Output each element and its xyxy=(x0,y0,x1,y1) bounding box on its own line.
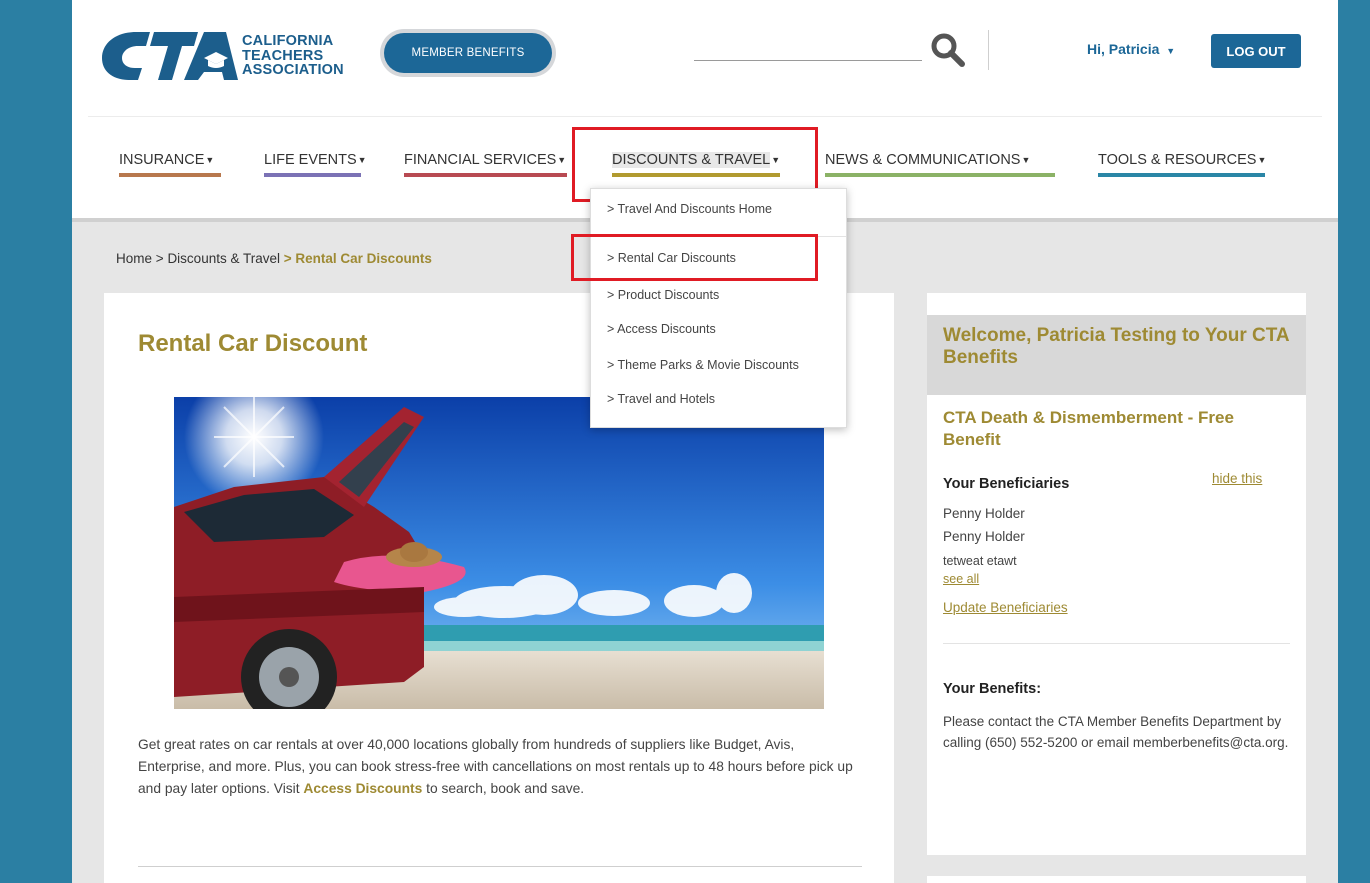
caret-down-icon: ▼ xyxy=(205,155,215,165)
nav-tools-resources-underline xyxy=(1098,173,1265,177)
dropdown-item-theme-parks-movie-discounts[interactable]: > Theme Parks & Movie Discounts xyxy=(607,358,799,372)
beneficiary-item: tetweat etawt xyxy=(943,554,1017,568)
nav-life-events-label: LIFE EVENTS xyxy=(264,152,357,168)
content-divider xyxy=(138,866,862,867)
logo-line-1: CALIFORNIA xyxy=(242,33,334,50)
sidebar-image-card xyxy=(927,876,1306,883)
breadcrumb-home[interactable]: Home xyxy=(116,251,152,266)
caret-down-icon: ▼ xyxy=(557,155,567,165)
nav-insurance-underline xyxy=(119,173,221,177)
benefits-label: Your Benefits: xyxy=(943,681,1042,697)
nav-life-events[interactable]: LIFE EVENTS▼ xyxy=(264,152,367,168)
nav-financial-services-label: FINANCIAL SERVICES xyxy=(404,152,557,168)
nav-news-communications[interactable]: NEWS & COMMUNICATIONS▼ xyxy=(825,152,1030,168)
cta-logo-mark xyxy=(102,32,238,80)
hide-this-link[interactable]: hide this xyxy=(1212,471,1262,486)
nav-news-communications-underline xyxy=(825,173,1055,177)
nav-financial-services-underline xyxy=(404,173,567,177)
caret-down-icon: ▼ xyxy=(1257,155,1267,165)
nav-tools-resources-label: TOOLS & RESOURCES xyxy=(1098,152,1257,168)
benefits-sidebar: Welcome, Patricia Testing to Your CTA Be… xyxy=(927,293,1306,855)
search-input[interactable] xyxy=(694,60,922,61)
logo-line-3: ASSOCIATION xyxy=(242,62,344,79)
breadcrumb-section[interactable]: Discounts & Travel xyxy=(167,251,280,266)
member-benefits-label: MEMBER BENEFITS xyxy=(384,33,552,73)
beneficiary-item: Penny Holder xyxy=(943,506,1025,521)
nav-life-events-underline xyxy=(264,173,361,177)
header-separator xyxy=(88,116,1322,117)
dropdown-item-access-discounts[interactable]: > Access Discounts xyxy=(607,322,716,336)
nav-financial-services[interactable]: FINANCIAL SERVICES▼ xyxy=(404,152,566,168)
highlight-box-rental-car-discounts xyxy=(571,234,818,281)
caret-down-icon: ▼ xyxy=(357,155,367,165)
member-benefits-button[interactable]: MEMBER BENEFITS xyxy=(380,29,556,77)
chevron-down-icon: ▼ xyxy=(1166,46,1176,56)
breadcrumb: Home > Discounts & Travel > Rental Car D… xyxy=(116,251,432,266)
nav-news-communications-label: NEWS & COMMUNICATIONS xyxy=(825,152,1021,168)
header-divider xyxy=(988,30,989,70)
breadcrumb-separator: > xyxy=(155,251,164,266)
benefits-contact-text: Please contact the CTA Member Benefits D… xyxy=(943,714,1289,750)
page-title: Rental Car Discount xyxy=(138,330,368,357)
dropdown-item-travel-and-hotels[interactable]: > Travel and Hotels xyxy=(607,392,715,406)
logout-button[interactable]: LOG OUT xyxy=(1211,34,1301,68)
update-beneficiaries-link[interactable]: Update Beneficiaries xyxy=(943,600,1068,615)
welcome-heading: Welcome, Patricia Testing to Your CTA Be… xyxy=(927,315,1306,395)
logo-line-2: TEACHERS xyxy=(242,47,324,64)
nav-tools-resources[interactable]: TOOLS & RESOURCES▼ xyxy=(1098,152,1266,168)
description-text-after: to search, book and save. xyxy=(422,781,585,796)
dropdown-item-product-discounts[interactable]: > Product Discounts xyxy=(607,288,719,302)
discounts-travel-dropdown-menu: > Travel And Discounts Home > Rental Car… xyxy=(590,188,847,428)
caret-down-icon: ▼ xyxy=(1021,155,1031,165)
breadcrumb-separator: > xyxy=(283,251,292,266)
breadcrumb-current: Rental Car Discounts xyxy=(295,251,432,266)
beneficiaries-label: Your Beneficiaries xyxy=(943,476,1070,492)
user-greeting-menu[interactable]: Hi, Patricia ▼ xyxy=(1087,41,1175,57)
cta-logo[interactable]: CALIFORNIA TEACHERS ASSOCIATION xyxy=(100,28,344,84)
page-frame: CALIFORNIA TEACHERS ASSOCIATION MEMBER B… xyxy=(72,0,1338,883)
user-greeting: Hi, Patricia xyxy=(1087,41,1160,57)
access-discounts-link[interactable]: Access Discounts xyxy=(303,781,422,796)
sidebar-divider xyxy=(943,643,1290,644)
see-all-link[interactable]: see all xyxy=(943,572,979,586)
nav-insurance-label: INSURANCE xyxy=(119,152,205,168)
beneficiary-item: Penny Holder xyxy=(943,529,1025,544)
benefit-title: CTA Death & Dismemberment - Free Benefit xyxy=(943,408,1234,449)
dropdown-item-travel-discounts-home[interactable]: > Travel And Discounts Home xyxy=(607,202,772,216)
nav-insurance[interactable]: INSURANCE▼ xyxy=(119,152,214,168)
logo-text: CALIFORNIA TEACHERS ASSOCIATION xyxy=(242,34,344,78)
search-icon[interactable] xyxy=(930,32,966,68)
hero-image-red-car-beach xyxy=(174,397,824,709)
description-text: Get great rates on car rentals at over 4… xyxy=(138,734,863,800)
